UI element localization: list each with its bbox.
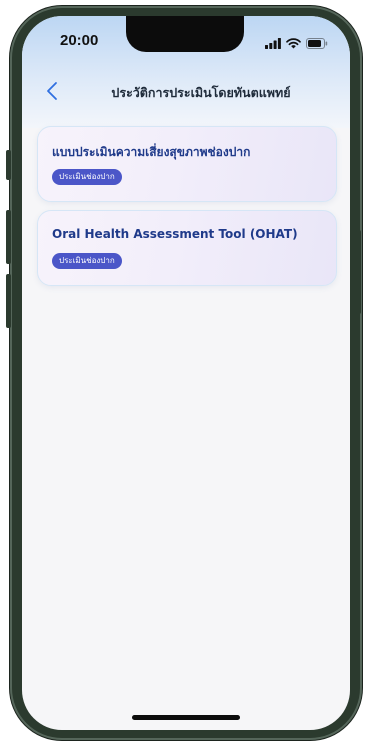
back-button[interactable]: [40, 80, 64, 106]
phone-side-button: [6, 150, 11, 180]
phone-side-button: [6, 274, 11, 328]
dynamic-island: [126, 16, 244, 52]
home-indicator: [132, 715, 240, 720]
cellular-signal-icon: [265, 34, 281, 53]
chevron-left-icon: [46, 81, 58, 105]
stage: 20:00 ประวัติการประเมินโดยทันตแพทย์ แบบป…: [0, 0, 366, 744]
phone-power-button: [356, 230, 361, 314]
assessment-list: แบบประเมินความเสี่ยงสุขภาพช่องปาก ประเมิ…: [37, 126, 337, 294]
assessment-title: Oral Health Assessment Tool (OHAT): [52, 227, 298, 241]
status-icons: [265, 34, 328, 53]
nav-bar: ประวัติการประเมินโดยทันตแพทย์: [22, 78, 350, 108]
phone-screen: 20:00 ประวัติการประเมินโดยทันตแพทย์ แบบป…: [22, 16, 350, 730]
page-title: ประวัติการประเมินโดยทันตแพทย์: [111, 85, 291, 100]
assessment-tag: ประเมินช่องปาก: [52, 253, 122, 269]
assessment-card[interactable]: แบบประเมินความเสี่ยงสุขภาพช่องปาก ประเมิ…: [37, 126, 337, 202]
assessment-tag: ประเมินช่องปาก: [52, 169, 122, 185]
assessment-title: แบบประเมินความเสี่ยงสุขภาพช่องปาก: [52, 145, 251, 159]
status-time: 20:00: [60, 32, 99, 49]
phone-side-button: [6, 210, 11, 264]
assessment-card[interactable]: Oral Health Assessment Tool (OHAT) ประเม…: [37, 210, 337, 286]
wifi-icon: [286, 34, 301, 53]
battery-icon: [306, 34, 328, 53]
